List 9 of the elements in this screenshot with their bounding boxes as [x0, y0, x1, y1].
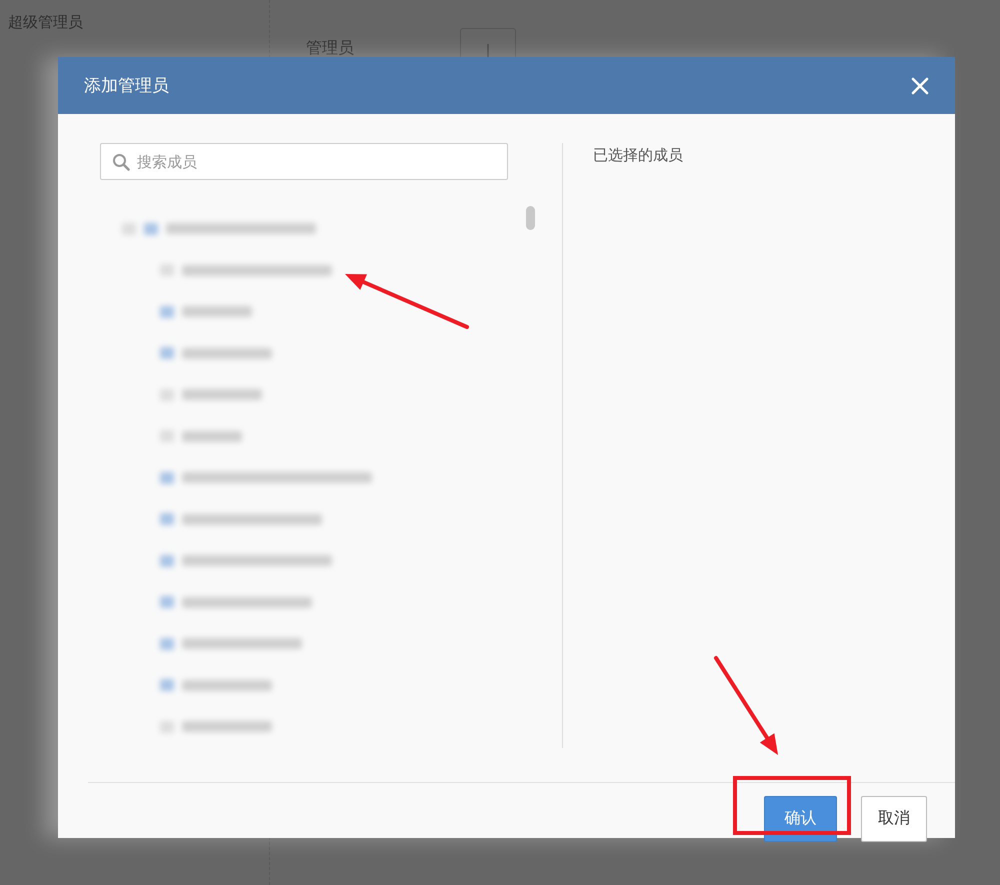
search-icon	[112, 153, 130, 171]
dialog-title: 添加管理员	[84, 75, 169, 97]
panel-title: 已选择的成员	[593, 146, 683, 164]
scrollbar-thumb[interactable]	[526, 206, 535, 230]
search-field[interactable]: 搜索成员	[100, 143, 508, 180]
cancel-button[interactable]: 取消	[861, 796, 927, 842]
close-icon	[911, 76, 929, 94]
close-button[interactable]	[911, 76, 929, 94]
sidebar-title: 超级管理员	[8, 13, 83, 31]
